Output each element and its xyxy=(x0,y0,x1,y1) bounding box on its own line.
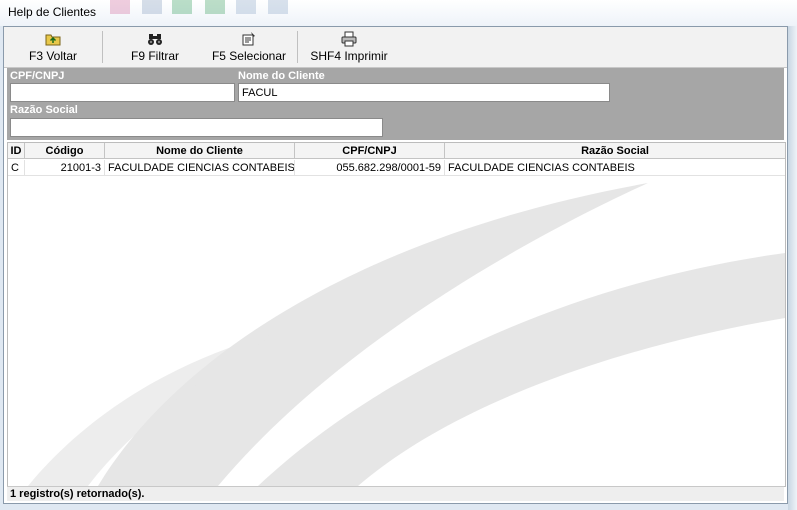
background-app-icon xyxy=(236,0,256,14)
background-app-icon xyxy=(142,0,162,14)
binoculars-icon xyxy=(147,31,163,47)
back-folder-icon xyxy=(45,31,61,47)
toolbar-separator xyxy=(297,31,298,63)
status-bar: 1 registro(s) retornado(s). xyxy=(7,486,784,501)
window-title: Help de Clientes xyxy=(8,5,97,19)
title-bar: Help de Clientes xyxy=(0,0,797,26)
voltar-button[interactable]: F3 Voltar xyxy=(8,29,98,65)
cell-cpf: 055.682.298/0001-59 xyxy=(295,160,445,176)
selecionar-button[interactable]: F5 Selecionar xyxy=(204,29,294,65)
column-header-razao[interactable]: Razão Social xyxy=(445,143,785,159)
results-grid: ID Código Nome do Cliente CPF/CNPJ Razão… xyxy=(7,142,786,487)
selecionar-label: F5 Selecionar xyxy=(211,49,287,63)
column-header-cpf[interactable]: CPF/CNPJ xyxy=(295,143,445,159)
toolbar-separator xyxy=(102,31,103,63)
watermark-swoosh xyxy=(28,183,785,486)
background-app-icon xyxy=(110,0,130,14)
razao-social-label: Razão Social xyxy=(10,104,78,116)
cpf-label: CPF/CNPJ xyxy=(10,70,65,82)
window-border xyxy=(788,26,797,510)
nome-cliente-label: Nome do Cliente xyxy=(238,70,325,82)
filter-panel: CPF/CNPJ Nome do Cliente Razão Social xyxy=(7,68,784,140)
cell-nome: FACULDADE CIENCIAS CONTABEIS xyxy=(105,160,295,176)
background-app-icon xyxy=(268,0,288,14)
voltar-label: F3 Voltar xyxy=(28,49,78,63)
imprimir-label: SHF4 Imprimir xyxy=(310,49,388,63)
column-header-codigo[interactable]: Código xyxy=(25,143,105,159)
background-app-icon xyxy=(172,0,192,14)
cell-codigo: 21001-3 xyxy=(25,160,105,176)
select-icon xyxy=(241,31,257,47)
column-header-nome[interactable]: Nome do Cliente xyxy=(105,143,295,159)
razao-social-input[interactable] xyxy=(10,118,383,137)
background-app-icon xyxy=(205,0,225,14)
cpf-input[interactable] xyxy=(10,83,235,102)
cell-id: C xyxy=(8,160,25,176)
printer-icon xyxy=(341,31,357,47)
toolbar: F3 Voltar F9 Filtrar F5 Selecionar SHF4 … xyxy=(4,27,787,68)
nome-cliente-input[interactable] xyxy=(238,83,610,102)
imprimir-button[interactable]: SHF4 Imprimir xyxy=(304,29,394,65)
filtrar-button[interactable]: F9 Filtrar xyxy=(110,29,200,65)
cell-razao: FACULDADE CIENCIAS CONTABEIS xyxy=(445,160,785,176)
filtrar-label: F9 Filtrar xyxy=(131,49,179,63)
column-header-id[interactable]: ID xyxy=(8,143,25,159)
help-window: F3 Voltar F9 Filtrar F5 Selecionar SHF4 … xyxy=(3,26,788,504)
